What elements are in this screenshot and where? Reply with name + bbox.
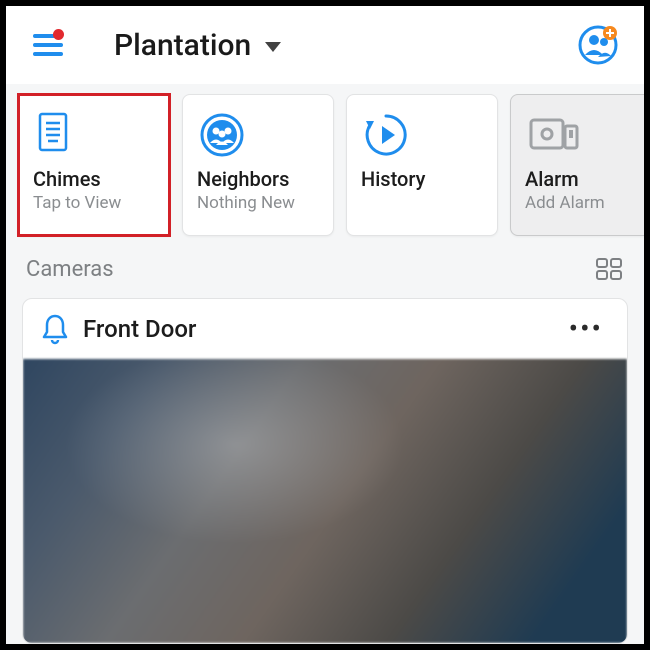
section-title: Cameras <box>26 257 114 282</box>
menu-button[interactable] <box>30 27 66 63</box>
card-history[interactable]: History <box>346 94 498 236</box>
camera-name: Front Door <box>83 315 549 343</box>
location-name: Plantation <box>114 28 251 63</box>
notification-dot <box>53 29 64 40</box>
alarm-icon <box>525 110 581 160</box>
location-selector[interactable]: Plantation <box>114 28 281 63</box>
card-subtitle: Nothing New <box>197 193 319 213</box>
bell-icon <box>41 313 69 345</box>
card-title: Neighbors <box>197 167 319 191</box>
account-button[interactable] <box>576 23 620 67</box>
people-add-icon <box>578 25 618 65</box>
shortcut-card-row: Chimes Tap to View Neighb <box>6 84 644 242</box>
camera-panel: Front Door ••• <box>22 298 628 644</box>
more-button[interactable]: ••• <box>563 315 609 343</box>
card-title: Chimes <box>33 167 155 191</box>
grid-icon <box>596 258 622 280</box>
grid-view-button[interactable] <box>594 254 624 284</box>
card-subtitle: Add Alarm <box>525 193 644 213</box>
camera-feed[interactable] <box>23 359 627 643</box>
app-header: Plantation <box>6 6 644 84</box>
card-subtitle: Tap to View <box>33 193 155 213</box>
card-chimes[interactable]: Chimes Tap to View <box>18 94 170 236</box>
history-icon <box>361 110 411 160</box>
card-neighbors[interactable]: Neighbors Nothing New <box>182 94 334 236</box>
section-header: Cameras <box>6 242 644 292</box>
card-alarm[interactable]: Alarm Add Alarm <box>510 94 644 236</box>
card-title: History <box>361 167 483 191</box>
chime-icon <box>33 110 73 160</box>
card-title: Alarm <box>525 167 644 191</box>
chevron-down-icon <box>265 42 281 52</box>
neighbors-icon <box>197 110 247 160</box>
dashboard-content: Chimes Tap to View Neighb <box>6 84 644 644</box>
camera-header: Front Door ••• <box>23 299 627 359</box>
